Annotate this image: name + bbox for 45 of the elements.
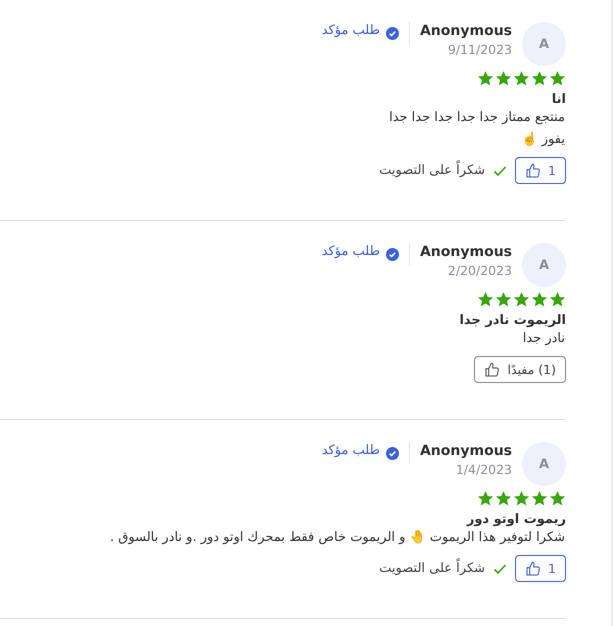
helpful-button[interactable]: 1 bbox=[515, 157, 566, 184]
star-icon bbox=[549, 291, 566, 308]
thumbs-up-icon bbox=[525, 560, 542, 576]
star-icon bbox=[477, 490, 494, 507]
helpful-button[interactable]: 1 bbox=[515, 555, 566, 582]
reviewer-name: Anonymous bbox=[420, 244, 512, 260]
verified-check-icon bbox=[386, 447, 399, 460]
star-icon bbox=[495, 291, 512, 308]
star-icon bbox=[477, 70, 494, 87]
review-date: 1/4/2023 bbox=[456, 462, 512, 477]
review-title: انا bbox=[552, 92, 566, 107]
review-title: الريموت نادر جدا bbox=[459, 313, 566, 328]
star-icon bbox=[549, 70, 566, 87]
star-icon bbox=[549, 490, 566, 507]
thumbs-up-icon bbox=[525, 162, 542, 178]
verified-purchase-label: طلب مؤكد bbox=[322, 23, 380, 38]
verified-purchase-label: طلب مؤكد bbox=[322, 443, 380, 458]
star-icon bbox=[513, 490, 530, 507]
verified-check-icon bbox=[386, 248, 399, 261]
avatar: A bbox=[522, 442, 566, 486]
avatar: A bbox=[522, 22, 566, 66]
check-icon bbox=[493, 562, 508, 576]
review-text: شكرا لتوفير هذا الريموت 🤚 و الريموت خاص فقط بمحرك اوتو دور .و نادر بالسوق . bbox=[110, 528, 565, 547]
star-icon bbox=[531, 490, 548, 507]
review-text: منتجع ممتاز جدا جدا جدا جدا جدا bbox=[389, 109, 565, 127]
star-icon bbox=[531, 291, 548, 308]
thumbs-up-icon bbox=[484, 362, 500, 378]
verified-check-icon bbox=[386, 27, 399, 40]
star-icon bbox=[513, 70, 530, 87]
reviewer-name: Anonymous bbox=[420, 23, 512, 39]
check-icon bbox=[493, 164, 508, 178]
helpful-button[interactable]: (1) مفيدًا bbox=[474, 356, 566, 383]
star-icon bbox=[531, 70, 548, 87]
star-icon bbox=[495, 490, 512, 507]
verified-purchase-label: طلب مؤكد bbox=[322, 244, 380, 259]
reviewer-name: Anonymous bbox=[420, 443, 512, 459]
review-title: ريموت اوتو دور bbox=[466, 512, 566, 527]
review-date: 2/20/2023 bbox=[448, 263, 512, 278]
star-icon bbox=[477, 291, 494, 308]
review-text: نادر جدا bbox=[522, 330, 565, 348]
review-date: 9/11/2023 bbox=[448, 42, 512, 57]
review-text: يفوز ☝ bbox=[522, 130, 565, 149]
star-icon bbox=[495, 70, 512, 87]
star-icon bbox=[513, 291, 530, 308]
avatar: A bbox=[522, 243, 566, 287]
